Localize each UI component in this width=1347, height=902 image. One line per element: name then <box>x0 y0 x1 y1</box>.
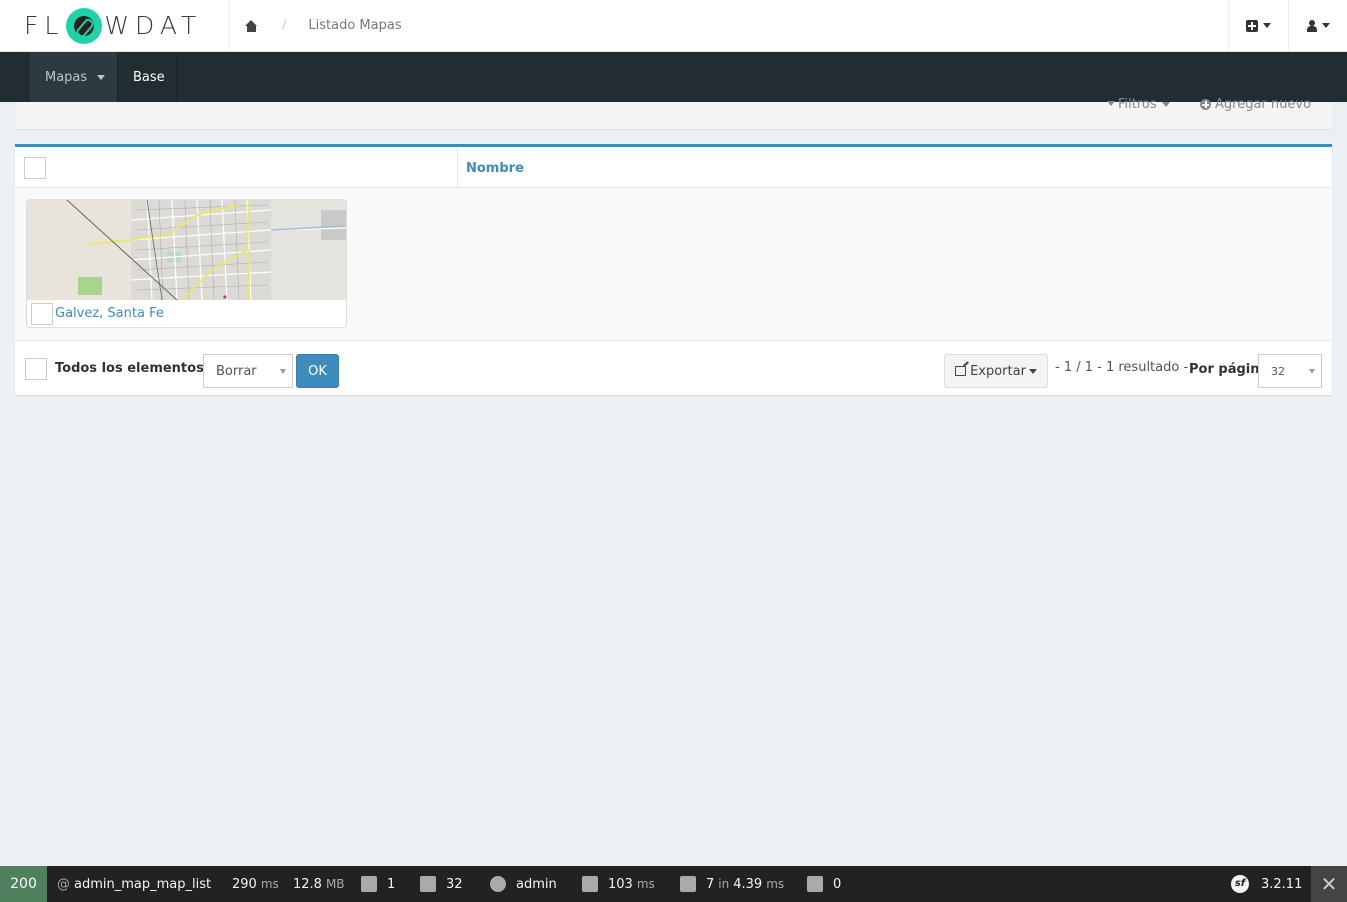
batch-action-value: Borrar <box>216 363 257 379</box>
share-icon <box>955 366 967 376</box>
chevron-down-icon <box>1161 102 1170 107</box>
route-info[interactable]: @ admin_map_map_list <box>57 866 211 902</box>
select-arrow-icon <box>1309 369 1315 374</box>
route-name: admin_map_map_list <box>74 876 212 892</box>
table-footer: Todos los elementos (1) Borrar OK Export… <box>15 340 1332 395</box>
db-in-label: in <box>718 877 730 891</box>
chevron-down-icon <box>1028 368 1037 374</box>
db-unit: ms <box>766 877 785 891</box>
chevron-down-icon <box>1263 23 1271 28</box>
breadcrumb-current: Listado Mapas <box>308 18 402 33</box>
select-all-elements-checkbox[interactable] <box>25 358 47 380</box>
memory-unit: MB <box>325 877 345 891</box>
user-info[interactable]: admin <box>490 866 557 902</box>
select-arrow-icon <box>280 369 286 374</box>
user-name: admin <box>516 876 557 892</box>
twig-unit: ms <box>636 877 655 891</box>
map-thumbnail[interactable] <box>27 200 346 300</box>
user-icon <box>1306 19 1317 32</box>
forms-info[interactable]: 1 <box>361 866 395 902</box>
add-new-label: Agregar nuevo <box>1215 97 1312 112</box>
symfony-version: 3.2.11 <box>1261 876 1303 892</box>
grid-icon <box>807 876 823 892</box>
clipboard-icon <box>361 876 377 892</box>
logo-text-right: WDAT <box>104 11 203 40</box>
export-label: Exportar <box>970 363 1026 379</box>
select-column-header <box>15 147 458 188</box>
cache-info[interactable]: 0 <box>807 866 841 902</box>
template-icon <box>582 876 598 892</box>
nav-item-base[interactable]: Base <box>118 52 177 102</box>
breadcrumb-separator: / <box>282 18 287 33</box>
status-code-badge[interactable]: 200 <box>0 866 47 902</box>
translations-info[interactable]: 32 <box>420 866 463 902</box>
at-symbol-icon: @ <box>57 876 70 892</box>
cache-count: 0 <box>833 876 842 892</box>
pagination-info: - 1 / 1 - 1 resultado - <box>1055 360 1189 375</box>
time-unit: ms <box>260 877 279 891</box>
main-navbar: Mapas Base <box>0 52 1347 102</box>
list-item: Galvez, Santa Fe <box>26 199 347 328</box>
map-name-link[interactable]: Galvez, Santa Fe <box>55 306 164 321</box>
logo-text-left: FL <box>24 11 65 40</box>
database-info[interactable]: 7 in 4.39 ms <box>680 866 784 902</box>
column-header-nombre[interactable]: Nombre <box>466 161 524 176</box>
filter-icon <box>1107 101 1115 106</box>
per-page-select[interactable]: 32 <box>1258 354 1322 388</box>
per-page-value: 32 <box>1271 364 1285 378</box>
row-checkbox[interactable] <box>31 303 53 325</box>
list-actions-bar: Filtros Agregar nuevo <box>15 97 1332 129</box>
add-menu-button[interactable] <box>1228 0 1288 51</box>
add-new-button[interactable]: Agregar nuevo <box>1200 97 1311 112</box>
table-header: Nombre <box>15 147 1332 188</box>
person-icon <box>490 876 506 892</box>
logo[interactable]: FL WDAT <box>0 0 230 51</box>
symfony-logo-icon: sf <box>1231 875 1249 893</box>
user-menu-button[interactable] <box>1288 0 1347 51</box>
per-page-label: Por página <box>1189 362 1269 377</box>
memory-info[interactable]: 12.8 MB <box>293 866 345 902</box>
translations-count: 32 <box>446 876 463 892</box>
close-icon[interactable]: ✕ <box>1311 866 1347 902</box>
time-value: 290 <box>232 876 257 892</box>
db-time: 4.39 <box>733 876 763 892</box>
twig-info[interactable]: 103 ms <box>582 866 655 902</box>
db-queries: 7 <box>706 876 715 892</box>
time-info[interactable]: 290 ms <box>232 866 279 902</box>
list-box: Nombre Galvez, Santa Fe Todos los elemen… <box>15 144 1332 395</box>
filters-button[interactable]: Filtros <box>1107 97 1170 112</box>
forms-count: 1 <box>387 876 396 892</box>
translation-icon <box>420 876 436 892</box>
plus-circle-icon <box>1200 99 1211 110</box>
twig-time: 103 <box>608 876 633 892</box>
ok-button[interactable]: OK <box>296 354 339 388</box>
home-icon[interactable] <box>245 19 258 32</box>
filters-label: Filtros <box>1118 97 1157 112</box>
chevron-down-icon <box>1321 23 1330 28</box>
select-all-checkbox[interactable] <box>24 157 46 179</box>
export-button[interactable]: Exportar <box>944 354 1048 388</box>
plus-square-icon <box>1246 19 1258 32</box>
logo-icon <box>66 7 103 44</box>
nav-item-label: Mapas <box>45 69 88 85</box>
batch-action-select[interactable]: Borrar <box>203 354 293 388</box>
logo-wordmark: FL WDAT <box>24 7 203 44</box>
breadcrumb: / Listado Mapas <box>245 0 402 51</box>
nav-item-label: Base <box>133 69 165 85</box>
chevron-down-icon <box>97 74 106 80</box>
database-icon <box>680 876 696 892</box>
nav-item-mapas[interactable]: Mapas <box>30 52 118 102</box>
top-header: FL WDAT / Listado Mapas <box>0 0 1347 52</box>
top-right-menu <box>1228 0 1347 51</box>
symfony-version-info[interactable]: sf 3.2.11 <box>1231 866 1302 902</box>
memory-value: 12.8 <box>293 876 322 892</box>
debug-toolbar: 200 @ admin_map_map_list 290 ms 12.8 MB 1 3… <box>0 866 1347 902</box>
